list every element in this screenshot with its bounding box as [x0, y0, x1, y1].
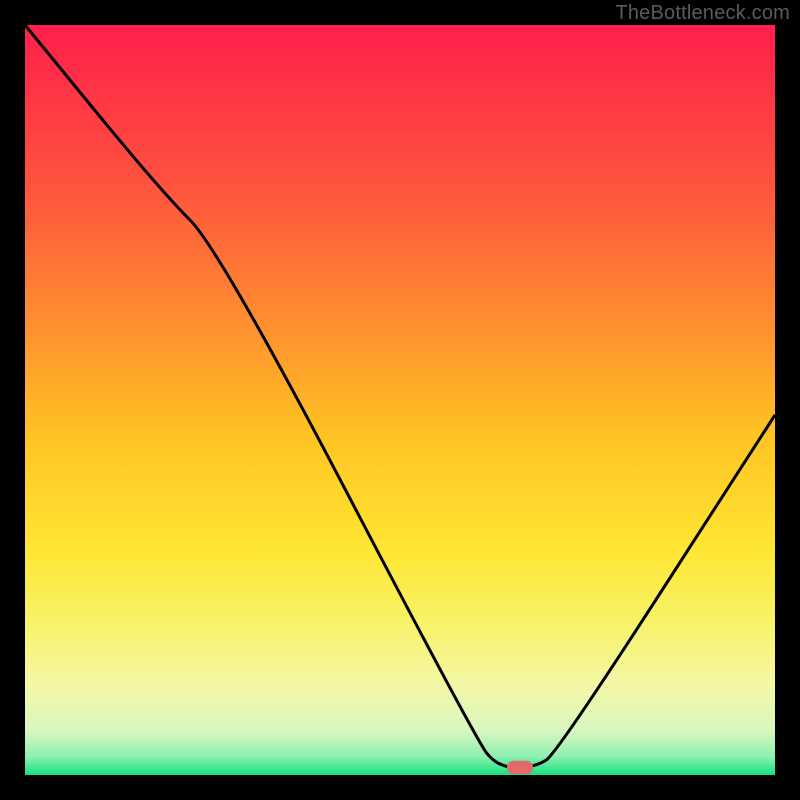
optimum-marker	[507, 761, 533, 775]
watermark-text: TheBottleneck.com	[615, 2, 790, 25]
chart-stage: TheBottleneck.com	[0, 0, 800, 800]
bottleneck-chart	[0, 0, 800, 800]
plot-background	[25, 25, 775, 775]
